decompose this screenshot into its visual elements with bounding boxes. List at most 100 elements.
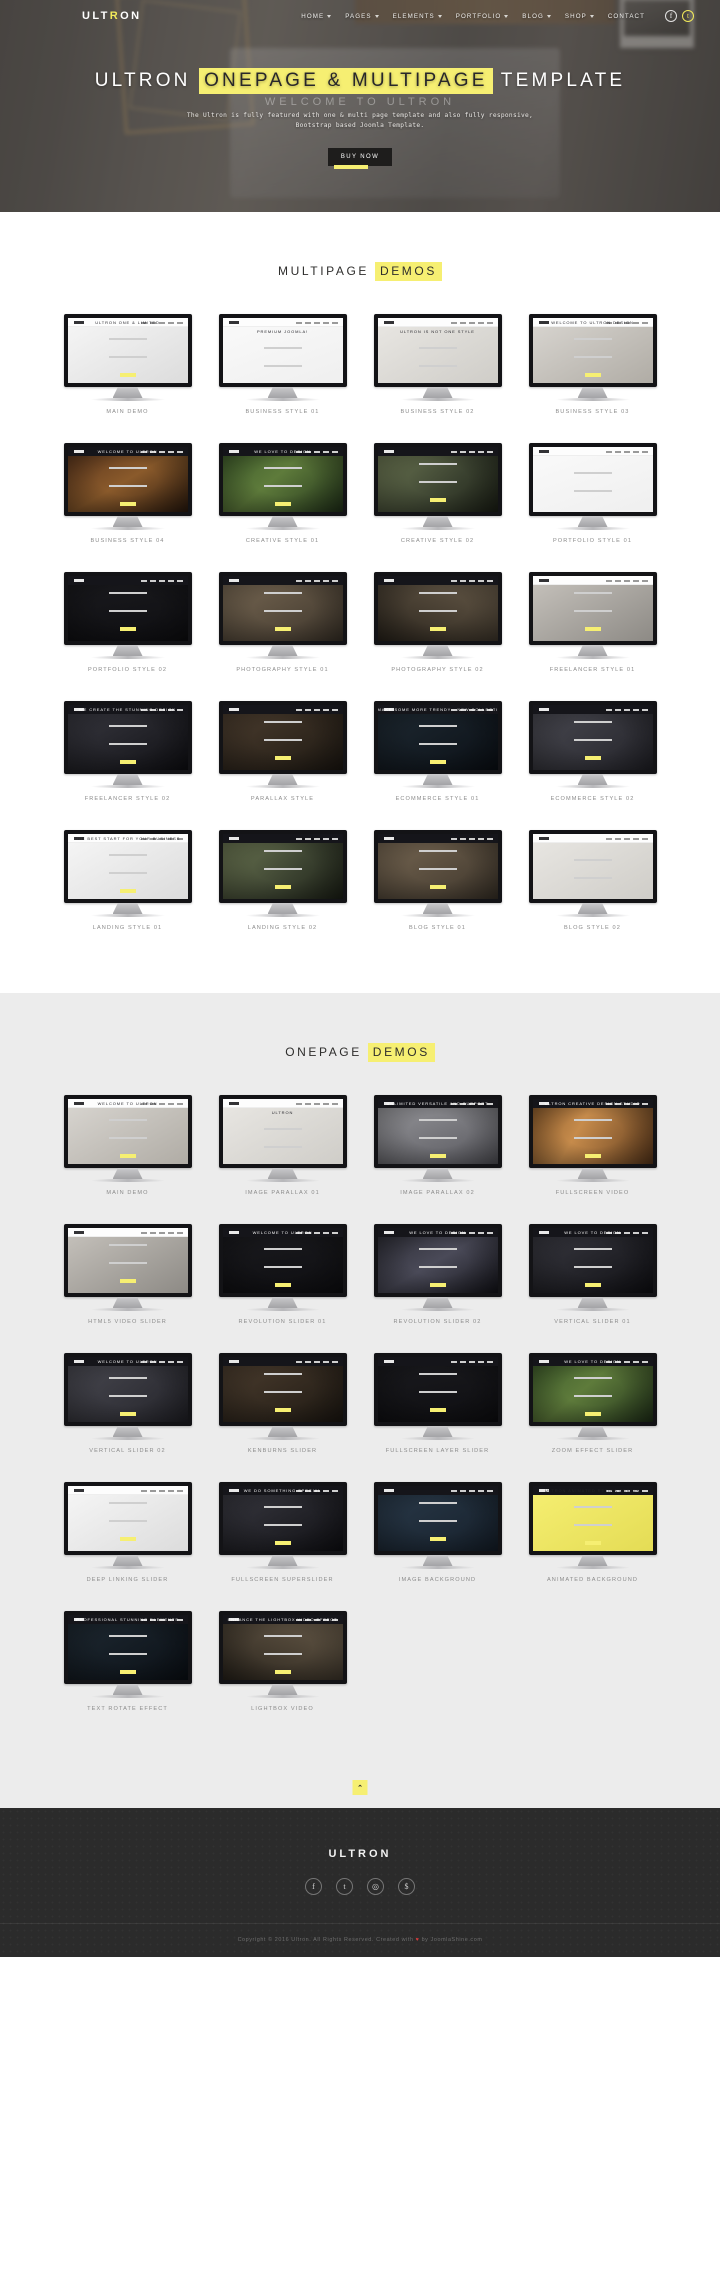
monitor-base — [245, 527, 320, 530]
monitor-screen[interactable] — [373, 1482, 502, 1555]
demo-card[interactable]: THE BEST START FOR YOUR BUSINESS LANDING … — [50, 830, 205, 931]
monitor-screen[interactable]: WELCOME TO ULTRON — [63, 443, 192, 516]
monitor-screen[interactable] — [373, 1353, 502, 1426]
mini-headline: ENHANCE THE LIGHTBOX VIDEO EFFECT — [227, 1616, 338, 1622]
demo-card[interactable]: PREMIUM JOOMLA! BUSINESS STYLE 01 — [205, 314, 360, 415]
demo-card[interactable]: ENHANCE THE LIGHTBOX VIDEO EFFECT LIGHTBO… — [205, 1611, 360, 1712]
monitor-screen[interactable]: WELCOME TO ULTRON — [63, 1353, 192, 1426]
monitor-screen[interactable] — [218, 572, 347, 645]
monitor-screen[interactable] — [373, 572, 502, 645]
monitor-screen[interactable] — [218, 701, 347, 774]
monitor-screen[interactable]: WELCOME TO ULTRON — [63, 1095, 192, 1168]
demo-card[interactable]: FULLSCREEN LAYER SLIDER — [360, 1353, 515, 1454]
demo-card[interactable]: BLOG STYLE 02 — [515, 830, 670, 931]
demo-card[interactable]: WELCOME TO ULTRON MAIN DEMO — [50, 1095, 205, 1196]
demo-card[interactable]: PORTFOLIO STYLE 01 — [515, 443, 670, 544]
facebook-icon[interactable]: f — [305, 1878, 322, 1895]
demo-card[interactable]: IMAGE BACKGROUND — [360, 1482, 515, 1583]
demo-card[interactable]: ULTRON ANIMATED RETINA DESIGN ANIMATED BA… — [515, 1482, 670, 1583]
demo-card[interactable]: UNLIMITED VERSATILE AND SUPPORT IMAGE PAR… — [360, 1095, 515, 1196]
demo-card[interactable]: WE LOVE TO DESIGN VERTICAL SLIDER 01 — [515, 1224, 670, 1325]
demo-card[interactable]: CREATIVE STYLE 02 — [360, 443, 515, 544]
demo-card[interactable]: ULTRON CREATIVE DESIGN STUDIO FULLSCREEN … — [515, 1095, 670, 1196]
monitor-screen[interactable] — [218, 1353, 347, 1426]
demo-card[interactable]: WELCOME TO ULTRON VERTICAL SLIDER 02 — [50, 1353, 205, 1454]
demo-card[interactable]: BLOG STYLE 01 — [360, 830, 515, 931]
monitor-screen[interactable]: UNLIMITED VERSATILE AND SUPPORT — [373, 1095, 502, 1168]
buy-now-button[interactable]: BUY NOW — [327, 148, 393, 169]
monitor-screen[interactable]: ULTRON IS NOT ONE STYLE — [373, 314, 502, 387]
nav-item-shop[interactable]: SHOP — [565, 13, 594, 20]
demo-card[interactable]: WE LOVE TO DESIGN CREATIVE STYLE 01 — [205, 443, 360, 544]
twitter-icon[interactable]: t — [336, 1878, 353, 1895]
instagram-icon[interactable]: ◎ — [367, 1878, 384, 1895]
monitor-screen[interactable]: ULTRON ANIMATED RETINA DESIGN — [528, 1482, 657, 1555]
demo-card[interactable]: ECOMMERCE STYLE 02 — [515, 701, 670, 802]
monitor-screen[interactable]: WE DO SOMETHING SPECIAL — [218, 1482, 347, 1555]
monitor-screen[interactable]: MAKE SOME MORE TRENDY - NEW COLLECTION — [373, 701, 502, 774]
monitor-screen[interactable]: WE LOVE TO DESIGN — [218, 443, 347, 516]
monitor-screen[interactable]: ULTRON CREATIVE DESIGN STUDIO — [528, 1095, 657, 1168]
monitor-screen[interactable] — [528, 572, 657, 645]
mini-cta — [119, 759, 136, 764]
monitor-screen[interactable]: WELCOME TO ULTRON — [218, 1224, 347, 1297]
monitor-screen[interactable]: WELCOME TO ULTRON DESIGN — [528, 314, 657, 387]
demo-card-label: CREATIVE STYLE 02 — [400, 538, 475, 544]
nav-item-portfolio[interactable]: PORTFOLIO — [456, 13, 509, 20]
demo-card[interactable]: WELCOME TO ULTRON REVOLUTION SLIDER 01 — [205, 1224, 360, 1325]
monitor-screen[interactable]: ENHANCE THE LIGHTBOX VIDEO EFFECT — [218, 1611, 347, 1684]
demo-card[interactable]: ULTRON ONE & LIMITED MAIN DEMO — [50, 314, 205, 415]
site-logo[interactable]: ULTRON — [82, 10, 141, 22]
demo-card[interactable]: FREELANCER STYLE 01 — [515, 572, 670, 673]
demo-card[interactable]: PROFESSIONAL STUNNING ELEMENTS TEXT ROTAT… — [50, 1611, 205, 1712]
monitor-screen[interactable]: WE LOVE TO DESIGN — [528, 1224, 657, 1297]
section-title-highlight: DEMOS — [367, 1043, 435, 1062]
twitter-icon[interactable]: t — [682, 10, 694, 22]
monitor-screen[interactable] — [373, 830, 502, 903]
demo-card[interactable]: WELCOME TO ULTRON BUSINESS STYLE 04 — [50, 443, 205, 544]
demo-card[interactable]: WELCOME TO ULTRON DESIGN BUSINESS STYLE 0… — [515, 314, 670, 415]
demo-card[interactable]: WE LOVE TO DESIGN REVOLUTION SLIDER 02 — [360, 1224, 515, 1325]
nav-item-pages[interactable]: PAGES — [345, 13, 379, 20]
demo-card[interactable]: DEEP LINKING SLIDER — [50, 1482, 205, 1583]
monitor-screen[interactable] — [528, 443, 657, 516]
monitor-mockup — [63, 572, 192, 659]
monitor-screen[interactable] — [528, 830, 657, 903]
back-to-top-button[interactable]: ⌃ — [352, 1780, 368, 1795]
facebook-icon[interactable]: f — [665, 10, 677, 22]
monitor-screen[interactable]: WE LOVE TO DESIGN — [373, 1224, 502, 1297]
dribbble-icon[interactable]: $ — [398, 1878, 415, 1895]
demo-card[interactable]: MAKE SOME MORE TRENDY - NEW COLLECTION EC… — [360, 701, 515, 802]
demo-card[interactable]: WE CREATE THE STUNNING DESIGN FREELANCER … — [50, 701, 205, 802]
nav-item-home[interactable]: HOME — [301, 13, 332, 20]
monitor-screen[interactable] — [218, 830, 347, 903]
monitor-screen[interactable]: PROFESSIONAL STUNNING ELEMENTS — [63, 1611, 192, 1684]
monitor-screen[interactable]: WE CREATE THE STUNNING DESIGN — [63, 701, 192, 774]
demo-card[interactable]: ULTRON IS NOT ONE STYLE BUSINESS STYLE 02 — [360, 314, 515, 415]
monitor-screen[interactable]: THE BEST START FOR YOUR BUSINESS — [63, 830, 192, 903]
demo-card[interactable]: PORTFOLIO STYLE 02 — [50, 572, 205, 673]
monitor-screen[interactable] — [373, 443, 502, 516]
demo-card[interactable]: ULTRON IMAGE PARALLAX 01 — [205, 1095, 360, 1196]
nav-item-blog[interactable]: BLOG — [522, 13, 551, 20]
demo-card[interactable]: LANDING STYLE 02 — [205, 830, 360, 931]
nav-item-contact[interactable]: CONTACT — [608, 13, 645, 20]
monitor-screen[interactable] — [63, 572, 192, 645]
demo-card[interactable]: WE LOVE TO DESIGN ZOOM EFFECT SLIDER — [515, 1353, 670, 1454]
monitor-screen[interactable] — [63, 1224, 192, 1297]
monitor-screen[interactable] — [528, 701, 657, 774]
monitor-screen[interactable]: WE LOVE TO DESIGN — [528, 1353, 657, 1426]
demo-card[interactable]: WE DO SOMETHING SPECIAL FULLSCREEN SUPERS… — [205, 1482, 360, 1583]
nav-item-elements[interactable]: ELEMENTS — [393, 13, 442, 20]
demo-card[interactable]: PHOTOGRAPHY STYLE 02 — [360, 572, 515, 673]
monitor-screen[interactable]: PREMIUM JOOMLA! — [218, 314, 347, 387]
monitor-screen[interactable]: ULTRON — [218, 1095, 347, 1168]
demo-card[interactable]: KENBURNS SLIDER — [205, 1353, 360, 1454]
demo-card[interactable]: PHOTOGRAPHY STYLE 01 — [205, 572, 360, 673]
demo-card[interactable]: PARALLAX STYLE — [205, 701, 360, 802]
demo-card[interactable]: HTML5 VIDEO SLIDER — [50, 1224, 205, 1325]
monitor-screen[interactable]: ULTRON ONE & LIMITED — [63, 314, 192, 387]
footer-logo[interactable]: ULTRON — [0, 1848, 720, 1860]
mini-text-line — [263, 1506, 302, 1508]
monitor-screen[interactable] — [63, 1482, 192, 1555]
